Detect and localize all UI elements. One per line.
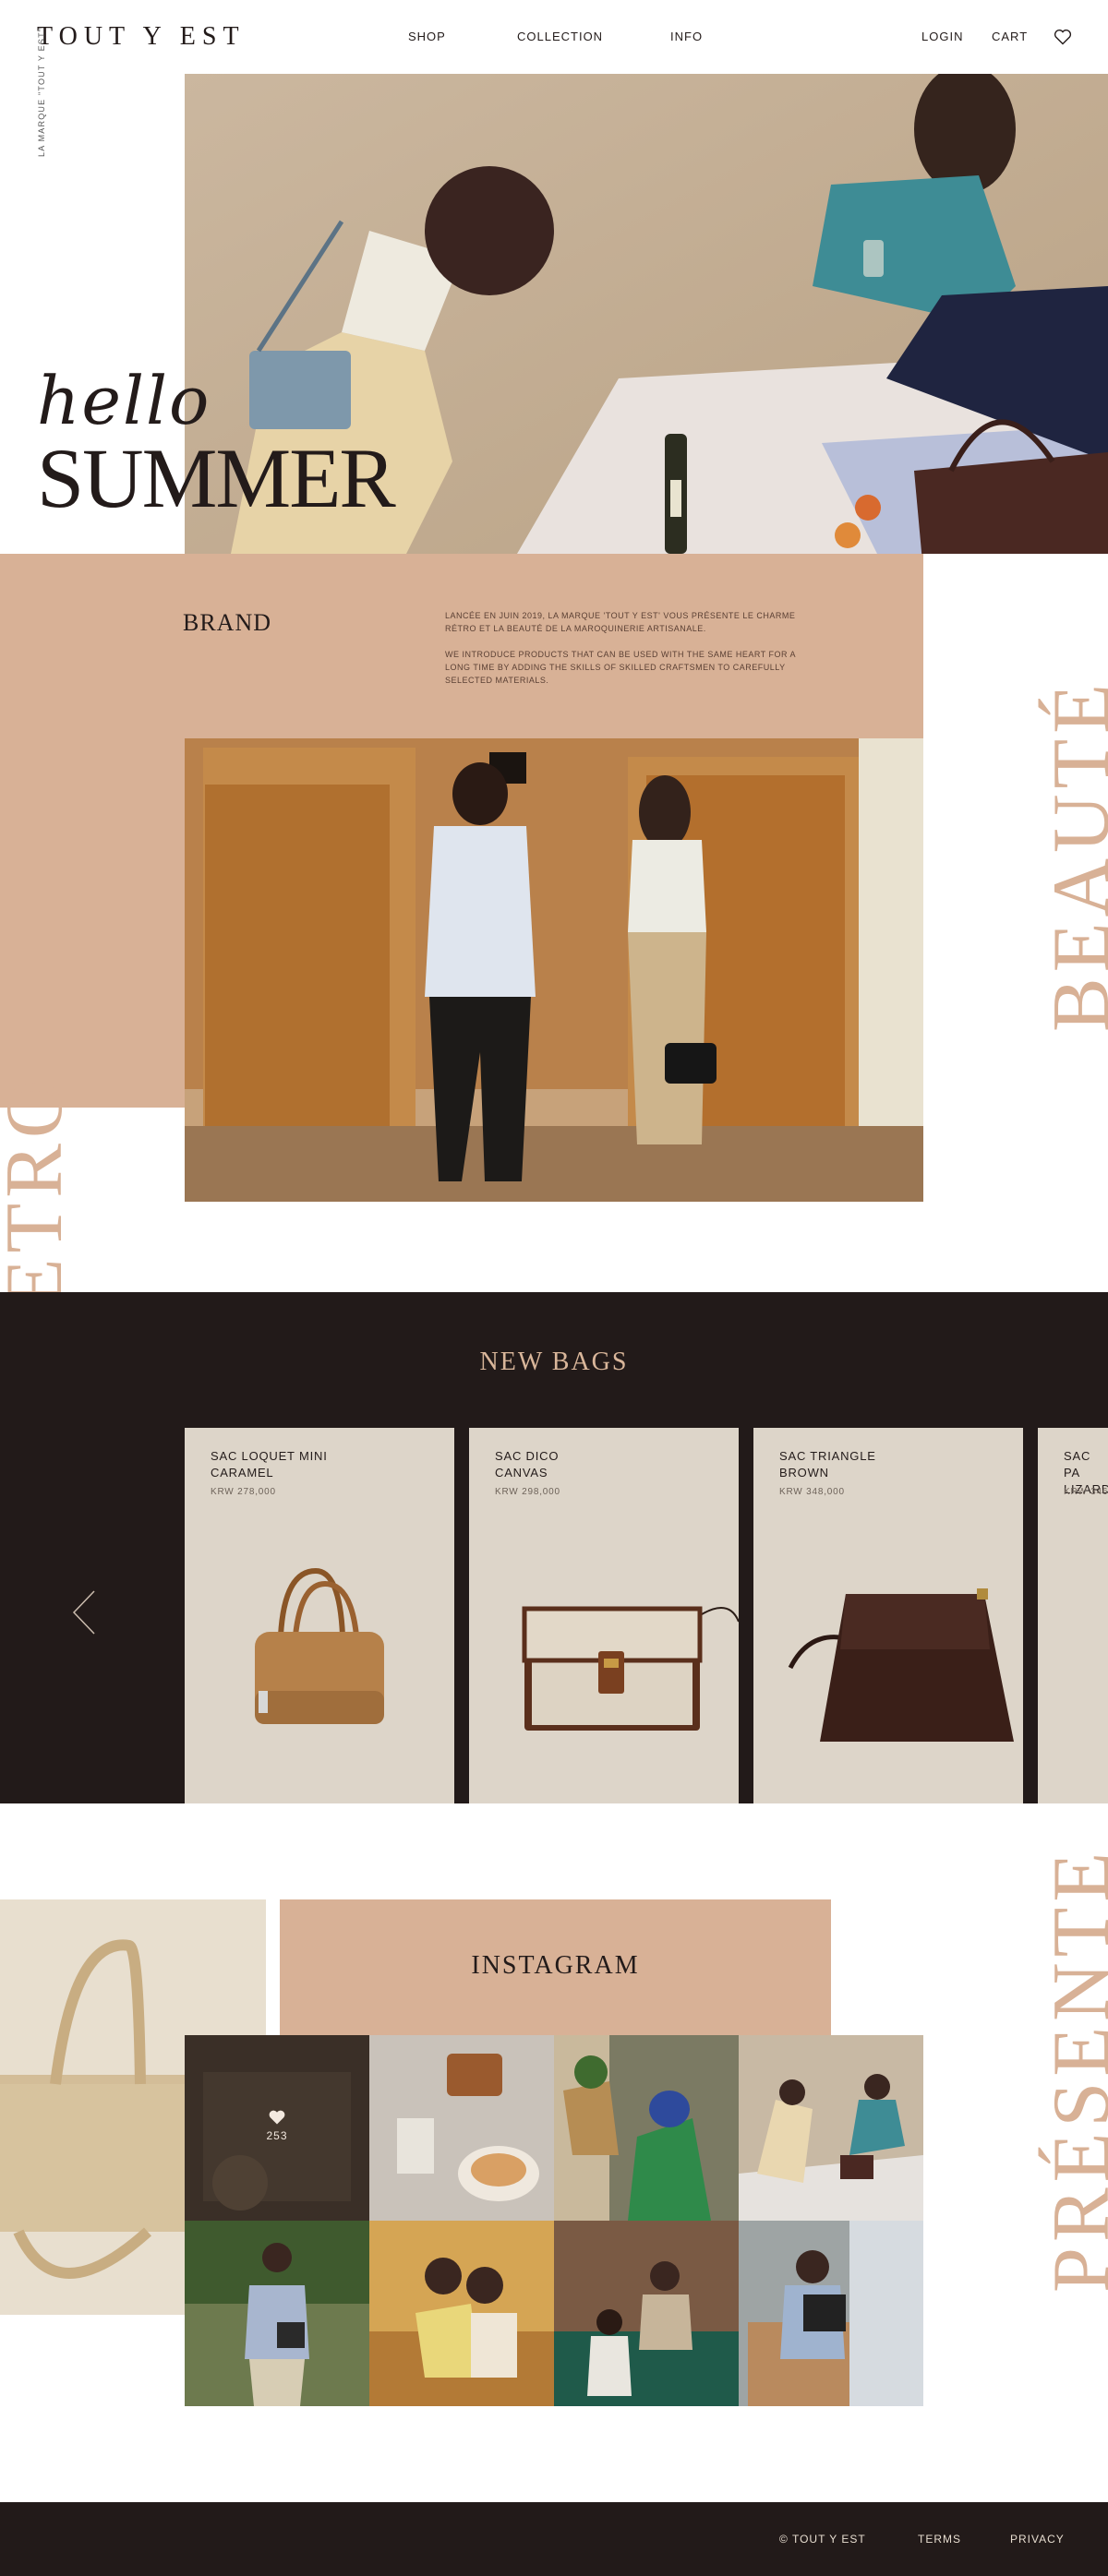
instagram-post[interactable] <box>554 2221 739 2406</box>
instagram-post-overlay <box>185 2035 369 2221</box>
instagram-post[interactable] <box>739 2035 923 2221</box>
nav-shop[interactable]: SHOP <box>408 30 446 43</box>
product-name: SAC DICO CANVAS <box>495 1449 560 1480</box>
cart-link[interactable]: CART <box>992 30 1028 43</box>
hero-summer-title: SUMMER <box>37 431 396 525</box>
hero-side-label: LA MARQUE "TOUT Y EST" <box>37 27 46 157</box>
wishlist-heart-icon[interactable] <box>1054 29 1072 45</box>
vertical-word-presente: PRÉSENTE <box>1037 1846 1108 2293</box>
brand-description: LANCÉE EN JUIN 2019, LA MARQUE 'TOUT Y E… <box>445 609 796 687</box>
product-card[interactable]: SAC PA LIZARD KRW 346 <box>1038 1428 1108 1803</box>
footer-privacy-link[interactable]: PRIVACY <box>1010 2533 1065 2546</box>
product-price: KRW 348,000 <box>779 1487 845 1497</box>
product-name: SAC LOQUET MINI CARAMEL <box>211 1449 328 1480</box>
product-image <box>255 1567 384 1724</box>
heart-icon <box>268 2109 286 2126</box>
product-image <box>788 1588 1014 1742</box>
instagram-post[interactable] <box>554 2035 739 2221</box>
brand-photo-elevator <box>185 738 923 1202</box>
product-card[interactable]: SAC TRIANGLE BROWN KRW 348,000 <box>753 1428 1023 1803</box>
instagram-like-count: 253 <box>266 2129 288 2142</box>
new-bags-title: NEW BAGS <box>479 1348 629 1376</box>
instagram-title: INSTAGRAM <box>471 1951 640 1980</box>
product-image <box>522 1606 739 1731</box>
product-price: KRW 346 <box>1064 1487 1108 1497</box>
footer-copyright: © TOUT Y EST <box>779 2533 866 2546</box>
brand-band-left <box>0 738 185 1108</box>
instagram-post[interactable] <box>369 2035 554 2221</box>
brand-text-en: WE INTRODUCE PRODUCTS THAT CAN BE USED W… <box>445 650 796 685</box>
instagram-post[interactable] <box>185 2221 369 2406</box>
product-price: KRW 278,000 <box>211 1487 276 1497</box>
brand-text-fr: LANCÉE EN JUIN 2019, LA MARQUE 'TOUT Y E… <box>445 611 796 633</box>
footer-terms-link[interactable]: TERMS <box>918 2533 961 2546</box>
nav-collection[interactable]: COLLECTION <box>517 30 603 43</box>
nav-info[interactable]: INFO <box>670 30 703 43</box>
chevron-left-icon[interactable] <box>70 1589 98 1635</box>
instagram-post[interactable]: 253 <box>185 2035 369 2221</box>
logo[interactable]: TOUT Y EST <box>37 22 246 52</box>
instagram-post[interactable] <box>369 2221 554 2406</box>
product-card[interactable]: SAC DICO CANVAS KRW 298,000 <box>469 1428 739 1803</box>
instagram-post[interactable] <box>739 2221 923 2406</box>
login-link[interactable]: LOGIN <box>921 30 963 43</box>
brand-title: BRAND <box>183 609 272 636</box>
hero-hello-script: hello <box>37 362 211 439</box>
vertical-word-beaute: BEAUTÉ <box>1037 677 1108 1032</box>
product-price: KRW 298,000 <box>495 1487 560 1497</box>
product-card[interactable]: SAC LOQUET MINI CARAMEL KRW 278,000 <box>185 1428 454 1803</box>
product-name: SAC TRIANGLE BROWN <box>779 1449 876 1480</box>
